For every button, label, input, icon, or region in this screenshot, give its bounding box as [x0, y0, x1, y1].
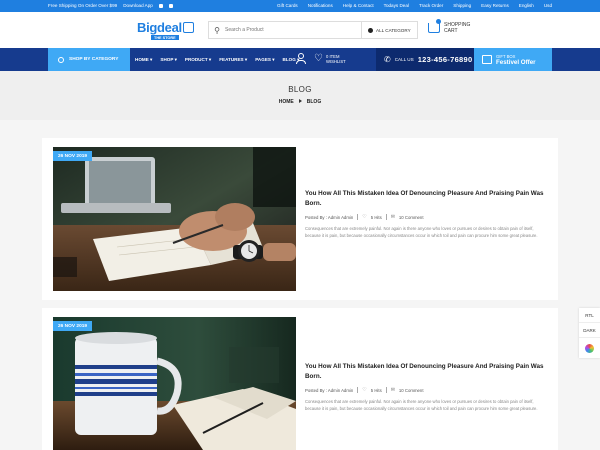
breadcrumb-arrow-icon	[298, 99, 302, 104]
post-comments[interactable]: 10 Comment	[399, 215, 424, 220]
post-title[interactable]: You How All This Mistaken Idea Of Denoun…	[305, 189, 550, 209]
shipping-link[interactable]: Shipping	[453, 3, 471, 8]
gift-icon	[482, 55, 492, 64]
blog-post: 26 NOV 2019 You How All This Mistaken Id…	[42, 308, 558, 450]
search-input[interactable]	[225, 27, 361, 33]
gift-box-offer[interactable]: GIFT BOX Festivel Offer	[474, 48, 552, 71]
notifications-link[interactable]: Notifications	[308, 3, 333, 8]
post-comments[interactable]: 10 Comment	[399, 388, 424, 393]
post-hits: 5 Hits	[370, 214, 382, 220]
shop-by-category-label: SHOP BY CATEGORY	[69, 57, 119, 62]
post-meta: Posted By : Admin Admin ♡ 5 Hits ✉ 10 Co…	[305, 214, 550, 220]
cart-icon	[428, 19, 441, 33]
logo-tagline: THE STORE	[151, 35, 179, 40]
header: Bigdeal THE STORE ⚲ ALL CATEGORY SHOPPIN…	[0, 12, 600, 48]
category-grid-icon	[58, 56, 64, 63]
cart-label-2: CART	[444, 28, 458, 34]
comment-icon: ✉	[390, 387, 395, 393]
breadcrumb-home[interactable]: HOME	[279, 99, 294, 105]
comment-icon: ✉	[390, 214, 395, 220]
festival-offer-label: Festivel Offer	[496, 58, 536, 66]
phone-number[interactable]: 123-456-76890	[418, 55, 473, 64]
breadcrumb-current: BLOG	[306, 99, 322, 105]
shopping-cart[interactable]: SHOPPING CART	[428, 19, 470, 34]
user-icon[interactable]	[296, 53, 306, 65]
cart-badge	[436, 19, 441, 24]
page-title: BLOG	[288, 85, 312, 94]
shipping-notice: Free Shipping On Order Over $99	[48, 3, 118, 8]
logo-text: Bigdeal	[137, 20, 182, 35]
download-app-link[interactable]: Download App	[123, 3, 153, 8]
nav-home[interactable]: HOME ▾	[135, 57, 152, 63]
heart-icon: ♡	[362, 387, 367, 393]
easy-returns-link[interactable]: Easy Returns	[481, 3, 509, 8]
todays-deal-link[interactable]: Todays Deal	[384, 3, 409, 8]
logo[interactable]: Bigdeal THE STORE	[137, 19, 194, 40]
android-icon[interactable]	[168, 3, 173, 8]
dark-mode-toggle[interactable]: DARK	[579, 323, 600, 338]
post-date: 26 NOV 2019	[53, 151, 93, 161]
apple-icon[interactable]	[158, 3, 163, 8]
category-select[interactable]: ALL CATEGORY	[361, 22, 417, 38]
call-us-label: CALL US	[394, 57, 414, 62]
color-palette-icon	[585, 343, 594, 353]
nav-product[interactable]: PRODUCT ▾	[185, 57, 211, 63]
post-excerpt: Consequences that are extremely painful.…	[305, 399, 538, 412]
page-banner: BLOG HOME BLOG	[0, 71, 600, 120]
rtl-toggle[interactable]: RTL	[579, 308, 600, 323]
post-date: 26 NOV 2019	[53, 321, 93, 331]
help-contact-link[interactable]: Help & Contact	[343, 3, 374, 8]
heart-icon: ♡	[314, 53, 323, 64]
wishlist-button[interactable]: ♡ 0 ITEM WISHLIST	[314, 53, 346, 65]
blog-post: 26 NOV 2019 You How All This Mistaken Id…	[42, 138, 558, 300]
breadcrumb: HOME BLOG	[0, 99, 600, 105]
category-label: ALL CATEGORY	[376, 27, 411, 33]
currency-select[interactable]: Usd	[544, 3, 552, 8]
meta-divider	[357, 214, 359, 220]
top-bar: Free Shipping On Order Over $99 Download…	[0, 0, 600, 12]
phone-icon: ✆	[384, 55, 391, 64]
post-meta: Posted By : Admin Admin ♡ 5 Hits ✉ 10 Co…	[305, 387, 550, 393]
post-image-writing[interactable]	[53, 147, 296, 291]
post-excerpt: Consequences that are extremely painful.…	[305, 226, 538, 239]
search-bar: ⚲ ALL CATEGORY	[208, 21, 418, 39]
category-icon	[368, 27, 373, 33]
nav-features[interactable]: FEATURES ▾	[219, 57, 247, 63]
post-author: Posted By : Admin Admin	[305, 387, 354, 393]
main-nav: SHOP BY CATEGORY HOME ▾ SHOP ▾ PRODUCT ▾…	[0, 48, 600, 71]
post-hits: 5 Hits	[370, 387, 382, 393]
heart-icon: ♡	[362, 214, 367, 220]
nav-pages[interactable]: PAGES ▾	[255, 57, 274, 63]
meta-divider	[385, 387, 387, 393]
post-author: Posted By : Admin Admin	[305, 214, 354, 220]
gift-cards-link[interactable]: Gift Cards	[277, 3, 298, 8]
search-icon[interactable]: ⚲	[209, 26, 225, 35]
theme-switcher: RTL DARK	[579, 308, 600, 358]
post-title[interactable]: You How All This Mistaken Idea Of Denoun…	[305, 362, 550, 382]
wishlist-label: WISHLIST	[325, 59, 346, 64]
track-order-link[interactable]: Track Order	[419, 3, 443, 8]
shopping-bag-icon	[182, 22, 194, 33]
call-us-box: ✆ CALL US 123-456-76890	[376, 48, 474, 71]
nav-shop[interactable]: SHOP ▾	[160, 57, 177, 63]
language-select[interactable]: English	[519, 3, 534, 8]
shop-by-category-button[interactable]: SHOP BY CATEGORY	[48, 48, 130, 71]
color-picker-button[interactable]	[579, 338, 600, 358]
post-image-mug[interactable]	[53, 317, 296, 450]
meta-divider	[357, 387, 359, 393]
meta-divider	[385, 214, 387, 220]
